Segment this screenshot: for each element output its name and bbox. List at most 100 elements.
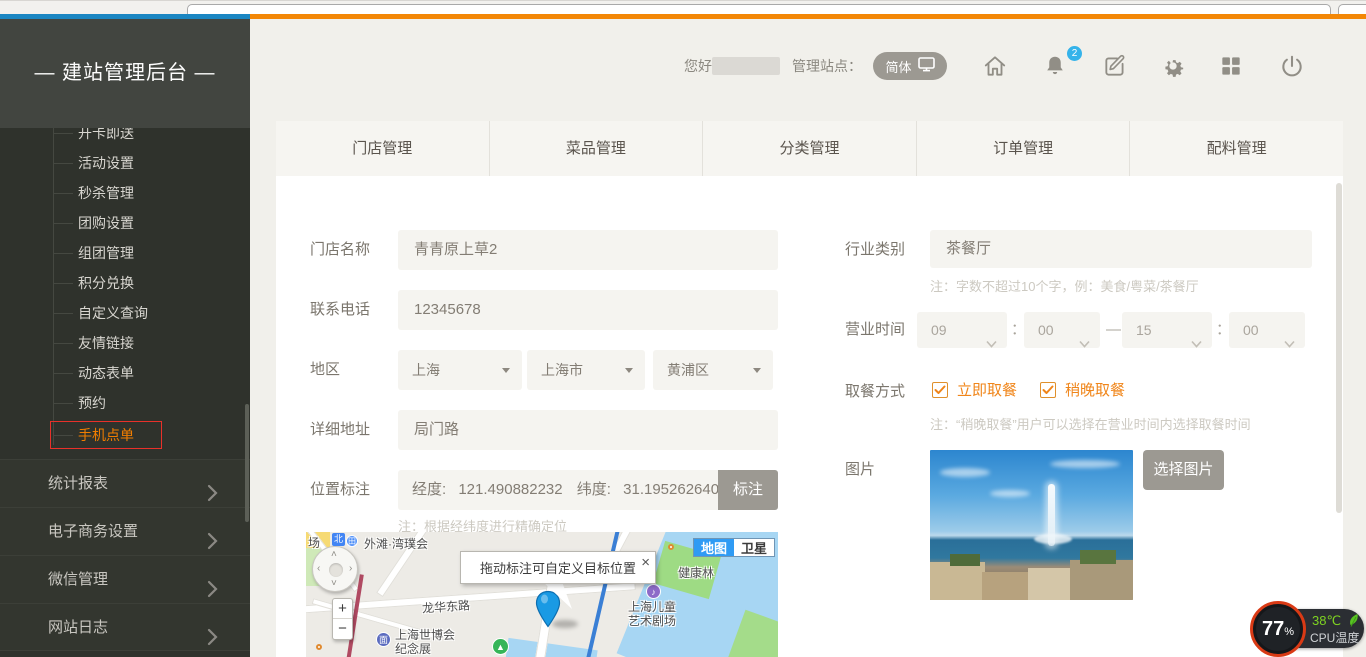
map-type-satellite-button[interactable]: 卫星 [734,539,774,556]
browser-edge [0,0,1366,14]
open-hour-select[interactable]: 09 [917,312,1007,348]
manage-site-label: 管理站点： [792,52,862,80]
map-type-toggle: 地图 卫星 [693,538,775,557]
district-select[interactable]: 黄浦区 [653,350,773,390]
cpu-usage-gauge[interactable]: 77% [1250,601,1306,657]
compose-icon[interactable] [1102,53,1128,79]
form-panel: 门店名称 青青原上草2 联系电话 12345678 地区 上海 上海市 黄浦区 … [276,176,1343,657]
sidebar-item-custom-query[interactable]: 自定义查询 [78,298,238,328]
pan-left-icon[interactable]: ‹ [317,564,320,574]
tab-order-management[interactable]: 订单管理 [917,121,1131,176]
industry-note: 注：字数不超过10个字，例：美食/粤菜/茶餐厅 [930,276,1199,295]
pickup-now-label[interactable]: 立即取餐 [957,382,1017,400]
district-value: 黄浦区 [667,362,709,378]
pan-knob[interactable] [329,563,343,577]
map-pin[interactable] [534,590,562,633]
close-hour-select[interactable]: 15 [1122,312,1212,348]
location-input[interactable]: 经度: 121.490882232 纬度: 31.1952626403 [398,470,718,510]
map-zoom-control: + − [332,598,353,640]
language-site-button[interactable]: 简体 [873,52,947,80]
close-minute-select[interactable]: 00 [1229,312,1305,348]
cpu-temp-value: 38℃ [1312,613,1341,628]
screen: 开卡即送 活动设置 秒杀管理 团购设置 组团管理 积分兑换 自定义查询 友情链接… [0,0,1366,657]
tooltip-close-icon[interactable]: × [641,546,650,579]
sidebar-section-reports[interactable]: 统计报表 [0,459,250,507]
sidebar-item-groupbuy[interactable]: 团购设置 [78,208,238,238]
settings-gear-icon[interactable] [1160,53,1186,79]
sidebar-section-ecommerce[interactable]: 电子商务设置 [0,507,250,555]
image-label: 图片 [845,460,875,480]
notification-bell-icon[interactable] [1042,53,1068,79]
power-icon[interactable] [1279,53,1305,79]
map-type-map-button[interactable]: 地图 [694,539,734,556]
section-label: 电子商务设置 [48,523,138,540]
pan-up-icon[interactable]: ˄ [331,550,337,560]
sidebar-section-wechat[interactable]: 微信管理 [0,555,250,603]
pan-right-icon[interactable]: › [349,564,352,574]
address-input[interactable]: 局门路 [398,410,778,450]
tab-category-management[interactable]: 分类管理 [703,121,917,176]
open-minute-select[interactable]: 00 [1024,312,1100,348]
city-value: 上海市 [541,362,583,378]
chevron-right-icon [207,618,218,657]
cpu-percent-value: 77 [1262,618,1284,640]
map-widget[interactable]: 场 田 外滩·湾璞会 龙华东路 面 上海世博会 纪念展 ▲ 健康林 ♪ 上海儿童… [306,532,778,657]
map-pan-control[interactable]: ˄ ˅ ‹ › [312,546,358,592]
sidebar-item-links[interactable]: 友情链接 [78,328,238,358]
open-hour-value: 09 [931,322,947,338]
tab-ingredient-management[interactable]: 配料管理 [1130,121,1343,176]
home-icon[interactable] [982,53,1008,79]
zoom-out-button[interactable]: − [333,619,352,639]
store-photo[interactable] [930,450,1133,600]
mark-location-button[interactable]: 标注 [718,470,778,510]
close-minute-value: 00 [1243,322,1259,338]
app-title: — 建站管理后台 — [0,19,250,128]
sidebar-item-team[interactable]: 组团管理 [78,238,238,268]
pickup-now-checkbox[interactable] [932,382,948,398]
apps-grid-icon[interactable] [1218,53,1244,79]
map-label-theater2: 艺术剧场 [628,612,676,629]
menu-tree-line [53,125,54,445]
choose-image-button[interactable]: 选择图片 [1143,450,1224,490]
sidebar-scrollbar[interactable] [245,404,249,522]
pickup-later-label[interactable]: 稍晚取餐 [1065,382,1125,400]
check-icon [1042,385,1054,395]
phone-input[interactable]: 12345678 [398,290,778,330]
sidebar-item-seckill[interactable]: 秒杀管理 [78,178,238,208]
museum-poi-icon: 面 [376,632,391,647]
map-poi-dot [668,544,674,550]
chevron-down-icon [986,325,997,361]
fountain-spray [1034,534,1072,544]
lang-label: 简体 [885,57,911,76]
sidebar: 开卡即送 活动设置 秒杀管理 团购设置 组团管理 积分兑换 自定义查询 友情链接… [0,19,250,657]
cpu-percent-sign: % [1284,626,1294,638]
park-poi-icon: ▲ [492,638,509,655]
sidebar-section-logs[interactable]: 网站日志 [0,603,250,651]
map-label-bund: 外滩·湾璞会 [364,535,428,552]
latitude-value: 31.1952626403 [623,481,718,498]
address-label: 详细地址 [310,420,370,440]
sidebar-item-dynamic-form[interactable]: 动态表单 [78,358,238,388]
store-name-input[interactable]: 青青原上草2 [398,230,778,270]
content-scrollbar[interactable] [1336,183,1342,513]
zoom-in-button[interactable]: + [333,599,352,619]
province-select[interactable]: 上海 [398,350,522,390]
tab-dish-management[interactable]: 菜品管理 [490,121,704,176]
location-label: 位置标注 [310,480,370,500]
sidebar-item-booking[interactable]: 预约 [78,388,238,418]
tab-store-management[interactable]: 门店管理 [276,121,490,176]
region-label: 地区 [310,360,340,380]
store-name-label: 门店名称 [310,240,370,260]
cpu-temperature: 38℃ [1312,613,1360,629]
hours-label: 营业时间 [845,320,905,340]
industry-input[interactable]: 茶餐厅 [930,230,1312,268]
map-label-expo2: 纪念展 [395,640,431,657]
pan-down-icon[interactable]: ˅ [331,579,337,589]
sidebar-item-activity[interactable]: 活动设置 [78,148,238,178]
section-label: 统计报表 [48,475,108,492]
city-select[interactable]: 上海市 [527,350,645,390]
pickup-later-checkbox[interactable] [1040,382,1056,398]
map-label-health: 健康林 [678,564,714,581]
sidebar-item-mobile-order[interactable]: 手机点单 [78,420,238,450]
sidebar-item-points[interactable]: 积分兑换 [78,268,238,298]
